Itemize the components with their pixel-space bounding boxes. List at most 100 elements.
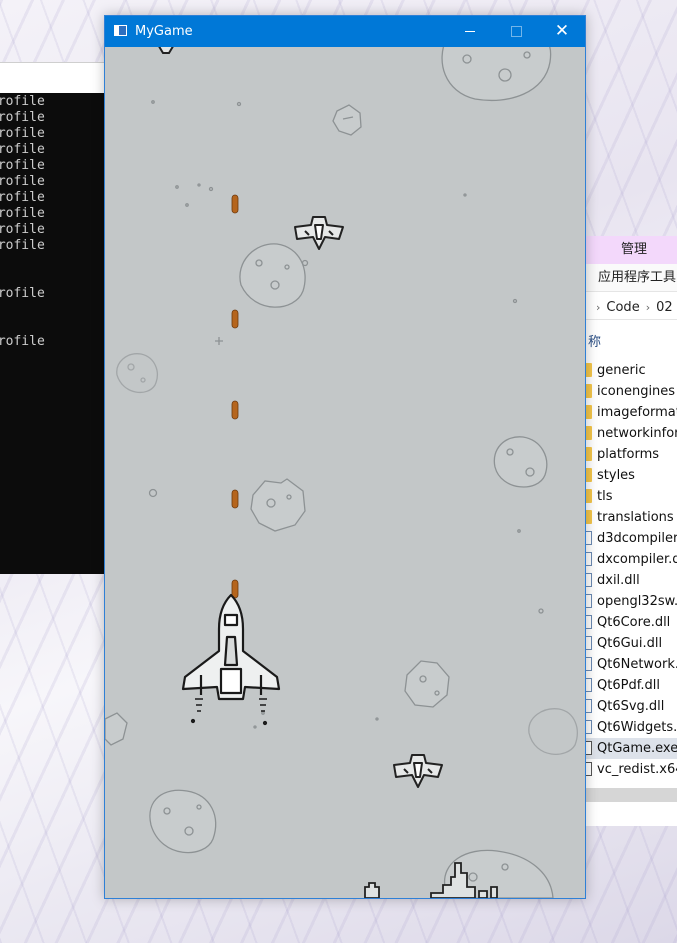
file-explorer-window[interactable]: 管理 应用程序工具 › Code › 02 称 generic iconengines i…: [585, 236, 677, 826]
file-item[interactable]: Qt6Svg.dll: [586, 696, 677, 717]
meteor-small: [105, 712, 128, 746]
file-item[interactable]: QtGame.exe: [586, 738, 677, 759]
file-item[interactable]: Qt6Gui.dll: [586, 633, 677, 654]
console-line: profile: [0, 190, 45, 205]
bullet: [231, 309, 239, 329]
player-plane: [181, 593, 281, 726]
file-item[interactable]: generic: [586, 360, 677, 381]
close-icon: ✕: [554, 21, 570, 41]
maximize-button[interactable]: [493, 16, 539, 47]
exe-file-icon: [586, 762, 592, 776]
breadcrumb-02[interactable]: 02: [656, 300, 673, 315]
game-window[interactable]: MyGame ✕: [104, 15, 586, 899]
folder-icon: [586, 447, 592, 461]
file-item[interactable]: d3dcompiler_4: [586, 528, 677, 549]
folder-icon: [586, 363, 592, 377]
file-item[interactable]: Qt6Pdf.dll: [586, 675, 677, 696]
dll-file-icon: [586, 657, 592, 671]
file-item[interactable]: Qt6Widgets.d: [586, 717, 677, 738]
minimize-icon: [465, 30, 475, 32]
dll-file-icon: [586, 636, 592, 650]
meteor-large: [441, 47, 552, 102]
file-item[interactable]: Qt6Network.d: [586, 654, 677, 675]
dll-file-icon: [586, 552, 592, 566]
horizontal-scrollbar[interactable]: [586, 788, 677, 802]
file-name: Qt6Network.d: [597, 657, 677, 672]
file-item[interactable]: networkinform: [586, 423, 677, 444]
file-item[interactable]: tls: [586, 486, 677, 507]
app-window-icon: [114, 25, 127, 36]
dll-file-icon: [586, 699, 592, 713]
maximize-icon: [510, 25, 522, 37]
console-line: profile: [0, 286, 45, 301]
console-line: profile: [0, 110, 45, 125]
file-item[interactable]: iconengines: [586, 381, 677, 402]
file-item[interactable]: dxcompiler.dll: [586, 549, 677, 570]
dll-file-icon: [586, 573, 592, 587]
file-item[interactable]: opengl32sw.d: [586, 591, 677, 612]
dll-file-icon: [586, 678, 592, 692]
console-window[interactable]: profile profile profile profile profile …: [0, 62, 106, 574]
file-name: iconengines: [597, 384, 676, 399]
breadcrumb-code[interactable]: Code: [606, 300, 639, 315]
file-item[interactable]: Qt6Core.dll: [586, 612, 677, 633]
file-name: d3dcompiler_4: [597, 531, 677, 546]
file-name: generic: [597, 363, 646, 378]
console-output: profile profile profile profile profile …: [0, 94, 106, 574]
file-name: Qt6Pdf.dll: [597, 678, 660, 693]
console-line: profile: [0, 334, 45, 349]
meteor-faint: [116, 353, 158, 394]
file-item[interactable]: platforms: [586, 444, 677, 465]
file-name: vc_redist.x64.e: [597, 762, 677, 777]
file-name: Qt6Svg.dll: [597, 699, 665, 714]
meteor-medium: [149, 789, 217, 854]
meteor-small: [332, 104, 362, 136]
close-button[interactable]: ✕: [539, 16, 585, 47]
meteor-medium: [250, 478, 306, 532]
meteor-small: [404, 660, 450, 708]
file-name: Qt6Gui.dll: [597, 636, 663, 651]
console-titlebar[interactable]: [0, 63, 106, 93]
ribbon-tab-app-tools[interactable]: 应用程序工具: [586, 264, 677, 292]
bullet: [231, 489, 239, 509]
enemy-plane: [294, 216, 344, 250]
breadcrumb-separator: ›: [596, 301, 601, 314]
game-canvas[interactable]: [105, 47, 585, 898]
folder-icon: [586, 426, 592, 440]
file-item[interactable]: vc_redist.x64.e: [586, 759, 677, 780]
folder-icon: [586, 384, 592, 398]
dll-file-icon: [586, 615, 592, 629]
column-header-name[interactable]: 称: [588, 331, 601, 350]
file-name: Qt6Widgets.d: [597, 720, 677, 735]
console-line: profile: [0, 222, 45, 237]
file-name: dxcompiler.dll: [597, 552, 677, 567]
enemy-plane: [158, 47, 174, 54]
player-bullets: [231, 194, 239, 599]
bullet: [231, 579, 239, 599]
console-line: profile: [0, 158, 45, 173]
enemy-plane: [393, 754, 443, 788]
folder-icon: [586, 405, 592, 419]
console-line: profile: [0, 238, 45, 253]
ribbon-tab-manage[interactable]: 管理: [586, 236, 677, 264]
file-item[interactable]: styles: [586, 465, 677, 486]
meteor-medium: [239, 243, 306, 308]
file-item[interactable]: translations: [586, 507, 677, 528]
file-name: networkinform: [597, 426, 677, 441]
window-title: MyGame: [135, 24, 193, 39]
console-line: profile: [0, 174, 45, 189]
folder-icon: [586, 468, 592, 482]
file-name: platforms: [597, 447, 660, 462]
title-bar[interactable]: MyGame ✕: [105, 16, 585, 47]
meteor-faint: [528, 708, 578, 755]
dll-file-icon: [586, 594, 592, 608]
dll-file-icon: [586, 531, 592, 545]
console-line: profile: [0, 142, 45, 157]
file-item[interactable]: dxil.dll: [586, 570, 677, 591]
file-item[interactable]: imageformats: [586, 402, 677, 423]
file-name: Qt6Core.dll: [597, 615, 671, 630]
address-bar[interactable]: › Code › 02: [586, 296, 677, 320]
dll-file-icon: [586, 720, 592, 734]
breadcrumb-separator: ›: [645, 301, 651, 314]
minimize-button[interactable]: [447, 16, 493, 47]
